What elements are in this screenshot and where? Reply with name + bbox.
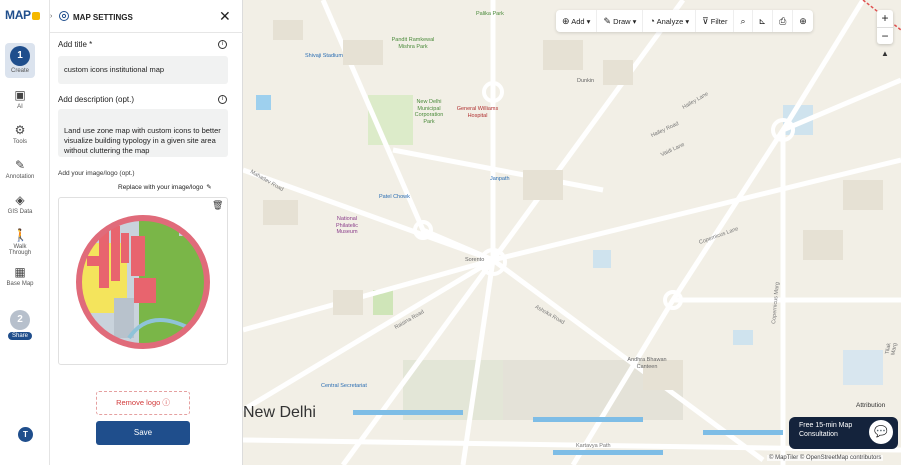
- step-create[interactable]: 1 Create: [5, 43, 35, 78]
- place-label[interactable]: National Philatelic Museum: [328, 216, 366, 236]
- measure-icon: ⊾: [758, 16, 767, 26]
- chevron-right-icon[interactable]: ›: [50, 13, 52, 20]
- rail-item-label: AI: [17, 104, 23, 110]
- rail-item-label: GIS Data: [7, 209, 33, 215]
- place-label[interactable]: Shivaji Stadium: [305, 53, 343, 60]
- search-icon: ⌕: [740, 16, 746, 26]
- filter-icon: ⊽: [702, 16, 709, 26]
- zoom-control: + −: [877, 10, 893, 44]
- close-icon[interactable]: ✕: [219, 8, 231, 25]
- avatar[interactable]: T: [18, 427, 33, 442]
- analyze-icon: ◔: [649, 16, 655, 26]
- layers-icon: ◈: [15, 193, 25, 207]
- filter-button[interactable]: ⊽ Filter: [696, 10, 735, 32]
- panel-header: › MAP SETTINGS ✕: [50, 0, 243, 33]
- panel-title: MAP SETTINGS: [73, 13, 133, 22]
- description-input[interactable]: Land use zone map with custom icons to b…: [58, 109, 228, 157]
- place-label[interactable]: New Delhi Municipal Corporation Park: [409, 99, 449, 125]
- pencil-icon: ✎: [603, 16, 611, 26]
- save-button[interactable]: Save: [96, 421, 190, 445]
- printer-icon: ⎙: [779, 16, 787, 26]
- map-attribution: © MapTiler © OpenStreetMap contributors: [767, 455, 884, 461]
- title-label: Add title *: [58, 40, 93, 49]
- map-canvas[interactable]: Palika Park Pandit Ramkewal Mishra Park …: [243, 0, 901, 465]
- place-label[interactable]: Central Secretariat: [321, 383, 367, 390]
- app-logo[interactable]: MAP: [5, 8, 40, 22]
- rail-item-base-map[interactable]: ▦ Base Map: [5, 265, 35, 287]
- draw-button[interactable]: ✎ Draw ▾: [597, 10, 644, 32]
- analyze-button[interactable]: ◔ Analyze ▾: [643, 10, 697, 32]
- place-label[interactable]: General Williams Hospital: [455, 106, 500, 119]
- step-share[interactable]: 2 Share: [5, 310, 35, 340]
- walk-icon: 🚶: [13, 228, 28, 242]
- compass-icon[interactable]: ▲: [881, 49, 889, 58]
- place-label[interactable]: Patel Chowk: [379, 194, 410, 201]
- zoom-in-button[interactable]: +: [877, 10, 893, 27]
- info-icon[interactable]: i: [218, 40, 227, 49]
- rail-item-walk-through[interactable]: 🚶 Walk Through: [5, 228, 35, 256]
- gear-icon: [59, 11, 69, 21]
- rail-item-tools[interactable]: ⚙ Tools: [5, 123, 35, 145]
- step-label: Share: [7, 332, 32, 340]
- print-button[interactable]: ⎙: [773, 10, 794, 32]
- left-rail: MAP 1 Create ▣ AI ⚙ Tools ✎ Annotation ◈…: [0, 0, 50, 465]
- info-icon[interactable]: i: [218, 95, 227, 104]
- city-label: New Delhi: [243, 404, 316, 421]
- locate-button[interactable]: ⊕: [793, 10, 813, 32]
- annotation-icon: ✎: [14, 158, 26, 172]
- step-number: 2: [10, 310, 30, 330]
- place-label[interactable]: Palika Park: [476, 11, 504, 18]
- remove-logo-button[interactable]: Remove logo ⓘ: [96, 391, 190, 415]
- add-button[interactable]: ⊕ Add ▾: [556, 10, 598, 32]
- title-input[interactable]: custom icons institutional map: [58, 56, 228, 84]
- road-label: Kartavya Path: [576, 443, 611, 449]
- rail-item-ai[interactable]: ▣ AI: [5, 88, 35, 110]
- rail-item-label: Base Map: [6, 281, 34, 287]
- image-label: Add your image/logo (opt.): [58, 170, 135, 177]
- trash-icon[interactable]: 🗑: [212, 200, 223, 211]
- search-button[interactable]: ⌕: [734, 10, 753, 32]
- place-label[interactable]: Dunkin: [577, 78, 594, 85]
- logo-image: [76, 215, 210, 349]
- pencil-icon: ✎: [206, 184, 212, 191]
- place-label[interactable]: Pandit Ramkewal Mishra Park: [388, 37, 438, 50]
- rail-item-label: Walk Through: [8, 244, 32, 256]
- step-label: Create: [10, 68, 29, 74]
- plus-circle-icon: ⊕: [562, 16, 570, 26]
- rail-item-label: Tools: [12, 139, 27, 145]
- rail-item-gis-data[interactable]: ◈ GIS Data: [5, 193, 35, 215]
- tools-icon: ⚙: [14, 123, 26, 137]
- basemap-icon: ▦: [14, 265, 26, 279]
- attribution-button[interactable]: Attribution: [856, 402, 885, 409]
- place-label[interactable]: Andhra Bhawan Canteen: [627, 357, 667, 370]
- logo-mark-icon: [31, 11, 40, 20]
- ai-icon: ▣: [14, 88, 26, 102]
- place-label[interactable]: Janpath: [490, 176, 510, 183]
- step-number: 1: [10, 46, 30, 66]
- rail-item-label: Annotation: [5, 174, 35, 180]
- logo-preview: [58, 197, 228, 365]
- rail-item-annotation[interactable]: ✎ Annotation: [5, 158, 35, 180]
- measure-button[interactable]: ⊾: [753, 10, 774, 32]
- chat-icon[interactable]: 💬: [869, 420, 893, 444]
- place-label[interactable]: Sorento: [465, 257, 484, 264]
- crosshair-icon: ⊕: [799, 16, 807, 26]
- replace-logo-button[interactable]: Replace with your image/logo ✎: [118, 183, 212, 191]
- zoom-out-button[interactable]: −: [877, 27, 893, 44]
- description-label: Add description (opt.): [58, 95, 135, 104]
- map-toolbar: ⊕ Add ▾ ✎ Draw ▾ ◔ Analyze ▾ ⊽ Filter ⌕ …: [556, 10, 813, 32]
- map-settings-panel: › MAP SETTINGS ✕ Add title * i custom ic…: [50, 0, 243, 465]
